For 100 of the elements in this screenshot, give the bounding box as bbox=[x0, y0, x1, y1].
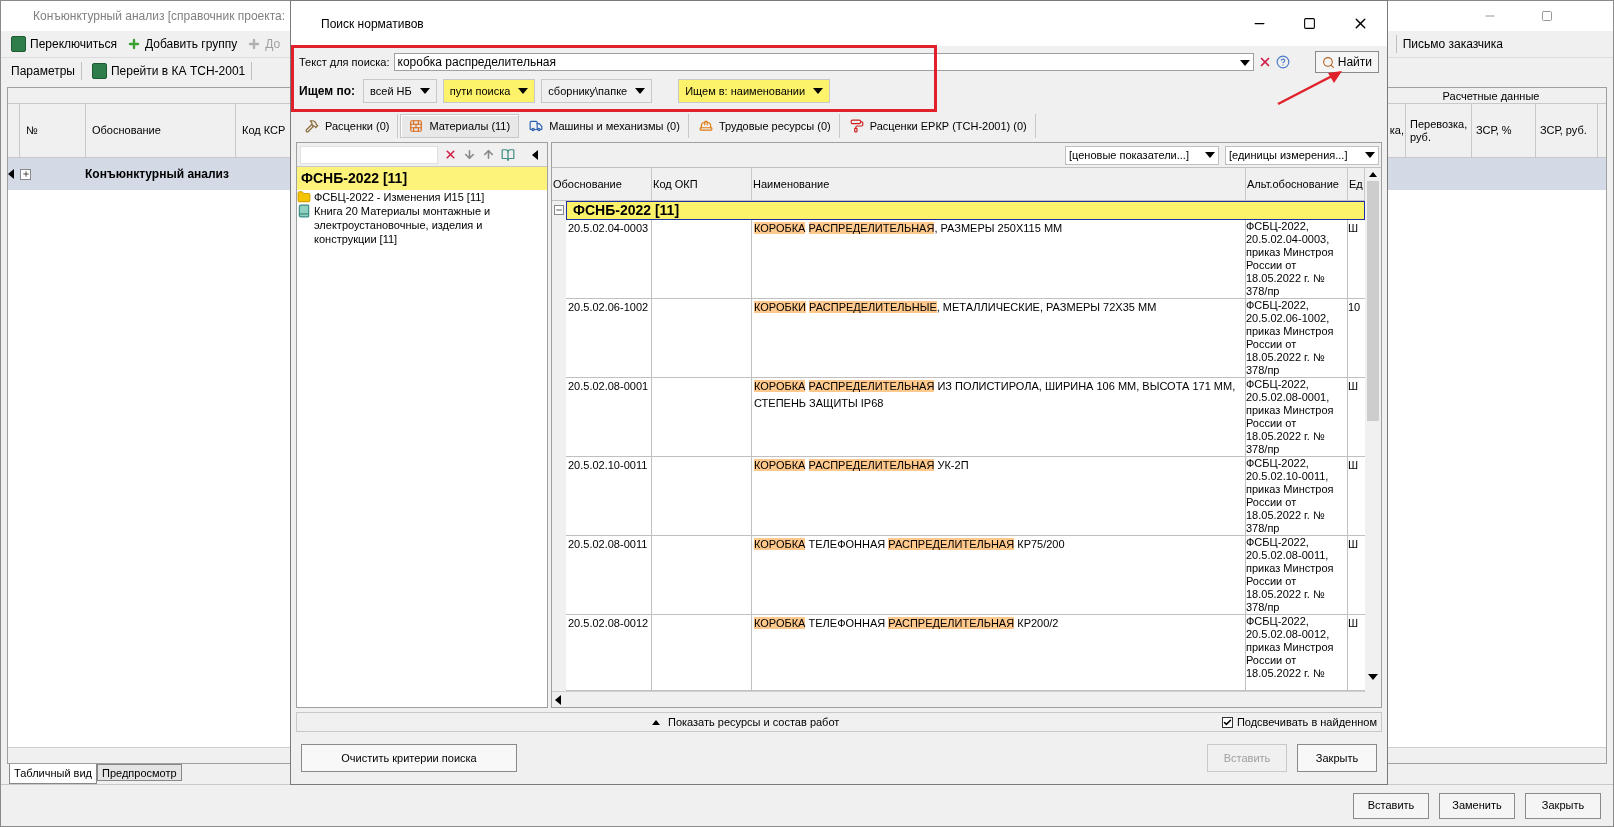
column-header: ЗСР, руб. bbox=[1540, 124, 1587, 137]
app-icon bbox=[91, 62, 107, 79]
column-header: Обоснование bbox=[553, 176, 622, 192]
filter-dropdown[interactable]: пути поиска bbox=[442, 79, 536, 103]
table-cell-text: КОРОБКА ТЕЛЕФОННАЯ РАСПРЕДЕЛИТЕЛЬНАЯ КР200/2 bbox=[754, 616, 1060, 631]
group-row: ФСНБ-2022 [11] bbox=[566, 201, 1365, 220]
clear-icon[interactable] bbox=[444, 148, 457, 161]
checkbox-label: Подсвечивать в найденном bbox=[1236, 714, 1377, 730]
action-button[interactable]: Заменить bbox=[1439, 792, 1515, 819]
show-resources-toggle[interactable]: Показать ресурсы и состав работ bbox=[652, 713, 840, 731]
table-cell-text: КОРОБКИ РАСПРЕДЕЛИТЕЛЬНЫЕ, МЕТАЛЛИЧЕСКИЕ, РАЗМЕРЫ 72Х35 ММ bbox=[754, 300, 1158, 315]
tree-item[interactable]: ФСНБ-2022 [11] bbox=[297, 167, 547, 190]
search-field[interactable]: коробка распределительная bbox=[393, 53, 1254, 71]
vertical-scrollbar[interactable] bbox=[1365, 168, 1381, 707]
find-button[interactable]: Найти bbox=[1314, 51, 1379, 73]
caret-icon bbox=[652, 719, 660, 725]
caret-icon bbox=[1365, 152, 1375, 158]
table-cell: 20.5.02.06-1002 bbox=[568, 301, 649, 313]
column-header: Наименование bbox=[753, 176, 830, 192]
category-tab[interactable]: Материалы (11) bbox=[400, 114, 520, 138]
folder-icon bbox=[297, 190, 311, 204]
table-cell: 20.5.02.08-0012 bbox=[568, 617, 649, 629]
table-cell: 20.5.02.08-0001 bbox=[568, 380, 649, 392]
window-title: Конъюнктурный анализ [справочник проекта: bbox=[33, 8, 286, 25]
toolbar-button[interactable]: Переключиться bbox=[11, 35, 117, 53]
app-icon bbox=[11, 36, 26, 52]
bricks-icon bbox=[409, 119, 424, 133]
column-filter-dropdown[interactable]: [единицы измерения...] bbox=[1225, 145, 1379, 165]
table-cell-text: Конъюнктурный анализ bbox=[85, 166, 229, 183]
table-cell: ФСБЦ-2022, 20.5.02.08-0001, приказ Минстроя России от 18.05.2022 г. № 378/пр bbox=[1246, 378, 1334, 455]
caret-icon bbox=[1205, 152, 1215, 158]
column-group-header: Расчетные данные bbox=[1442, 89, 1540, 103]
column-header: Код ОКП bbox=[653, 176, 698, 192]
toolbar-button[interactable]: Перейти в КА ТСН-2001 bbox=[91, 61, 253, 80]
table-cell: ФСБЦ-2022, 20.5.02.08-0012, приказ Минстроя России от 18.05.2022 г. № bbox=[1246, 615, 1334, 679]
hard-hat-icon bbox=[698, 119, 713, 133]
checkbox[interactable] bbox=[1221, 716, 1233, 728]
tree-search-field[interactable] bbox=[300, 145, 438, 164]
category-tab[interactable]: Машины и механизмы (0) bbox=[521, 114, 689, 138]
column-header: ка, bbox=[1389, 124, 1404, 137]
table-cell: 20.5.02.10-0011 bbox=[568, 459, 648, 471]
category-tab[interactable]: Расценки ЕРКР (ТСН-2001) (0) bbox=[841, 114, 1036, 138]
dialog-title: Поиск нормативов bbox=[321, 15, 424, 33]
dialog-button[interactable]: Очистить критерии поиска bbox=[301, 744, 517, 772]
column-header: ЗСР, % bbox=[1476, 124, 1512, 137]
expander-icon[interactable] bbox=[20, 168, 31, 180]
caret-icon bbox=[532, 149, 538, 160]
caret-icon bbox=[1239, 59, 1250, 66]
dialog-button[interactable]: Закрыть bbox=[1297, 744, 1377, 772]
help-icon[interactable] bbox=[1275, 55, 1290, 69]
table-cell: Ш bbox=[1348, 380, 1359, 392]
tree-item[interactable]: Книга 20 Материалы монтажные и электроустановочные, изделия и конструкции [11] bbox=[297, 204, 547, 246]
action-button[interactable]: Закрыть bbox=[1525, 792, 1601, 819]
filter-label: Ищем по: bbox=[299, 83, 356, 100]
letter-button[interactable]: Письмо заказчика bbox=[1402, 35, 1503, 53]
view-tab[interactable]: Предпросмотр bbox=[97, 764, 182, 781]
paint-roller-icon bbox=[849, 119, 864, 133]
hammer-icon bbox=[305, 119, 319, 133]
table-cell: Ш bbox=[1348, 617, 1359, 629]
filter-dropdown[interactable]: всей НБ bbox=[363, 79, 437, 103]
view-tab[interactable]: Табличный вид bbox=[9, 764, 98, 784]
search-label: Текст для поиска: bbox=[299, 54, 390, 70]
collapse-icon[interactable] bbox=[554, 205, 564, 215]
caret-icon bbox=[419, 88, 430, 94]
caret-icon bbox=[813, 88, 824, 94]
caret-icon bbox=[635, 88, 646, 94]
book-icon bbox=[297, 204, 311, 218]
caret-icon bbox=[8, 169, 14, 179]
horizontal-scrollbar[interactable] bbox=[552, 691, 1365, 707]
column-filter-dropdown[interactable]: [ценовые показатели...] bbox=[1065, 145, 1219, 165]
caret-icon bbox=[518, 88, 529, 94]
category-tab[interactable]: Расценки (0) bbox=[297, 114, 399, 138]
table-cell-text: КОРОБКА РАСПРЕДЕЛИТЕЛЬНАЯ ИЗ ПОЛИСТИРОЛА, ШИРИНА 106 ММ, ВЫСОТА 171 ММ, СТЕПЕНЬ ЗАЩИТЫ IP68 bbox=[754, 379, 1237, 411]
arrow-up-icon[interactable] bbox=[482, 148, 495, 161]
table-cell: 10 bbox=[1348, 301, 1361, 313]
action-button[interactable]: Вставить bbox=[1353, 792, 1429, 819]
table-cell: 20.5.02.08-0011 bbox=[568, 538, 648, 550]
table-cell: ФСБЦ-2022, 20.5.02.04-0003, приказ Минстроя России от 18.05.2022 г. № 378/пр bbox=[1246, 220, 1334, 297]
table-cell: Ш bbox=[1348, 459, 1359, 471]
column-header: № bbox=[26, 123, 38, 139]
table-cell: Ш bbox=[1348, 538, 1359, 550]
arrow-down-icon[interactable] bbox=[463, 148, 476, 161]
filter-dropdown[interactable]: сборнику\папке bbox=[541, 79, 653, 103]
tree-item[interactable]: ФСБЦ-2022 - Изменения И15 [11] bbox=[297, 190, 547, 204]
toolbar-button[interactable]: Добавить группу bbox=[127, 35, 238, 53]
column-header: Ед bbox=[1349, 176, 1363, 192]
book-icon[interactable] bbox=[501, 147, 515, 162]
column-header: Альт.обоснование bbox=[1247, 176, 1339, 192]
maximize-icon[interactable] bbox=[1303, 17, 1316, 30]
truck-icon bbox=[529, 119, 544, 133]
filter-dropdown[interactable]: Ищем в: наименовании bbox=[678, 79, 831, 103]
plus-icon bbox=[247, 37, 262, 51]
category-tab[interactable]: Трудовые ресурсы (0) bbox=[690, 114, 840, 138]
table-cell-text: КОРОБКА РАСПРЕДЕЛИТЕЛЬНАЯ, РАЗМЕРЫ 250Х115 ММ bbox=[754, 221, 1064, 236]
column-header: Обоснование bbox=[92, 123, 161, 139]
toolbar-button[interactable]: Параметры bbox=[11, 61, 82, 80]
plus-icon bbox=[127, 37, 141, 51]
search-icon bbox=[1321, 55, 1335, 69]
table-cell: ФСБЦ-2022, 20.5.02.08-0011, приказ Минстроя России от 18.05.2022 г. № 378/пр bbox=[1246, 536, 1334, 613]
table-cell: Ш bbox=[1348, 222, 1359, 234]
